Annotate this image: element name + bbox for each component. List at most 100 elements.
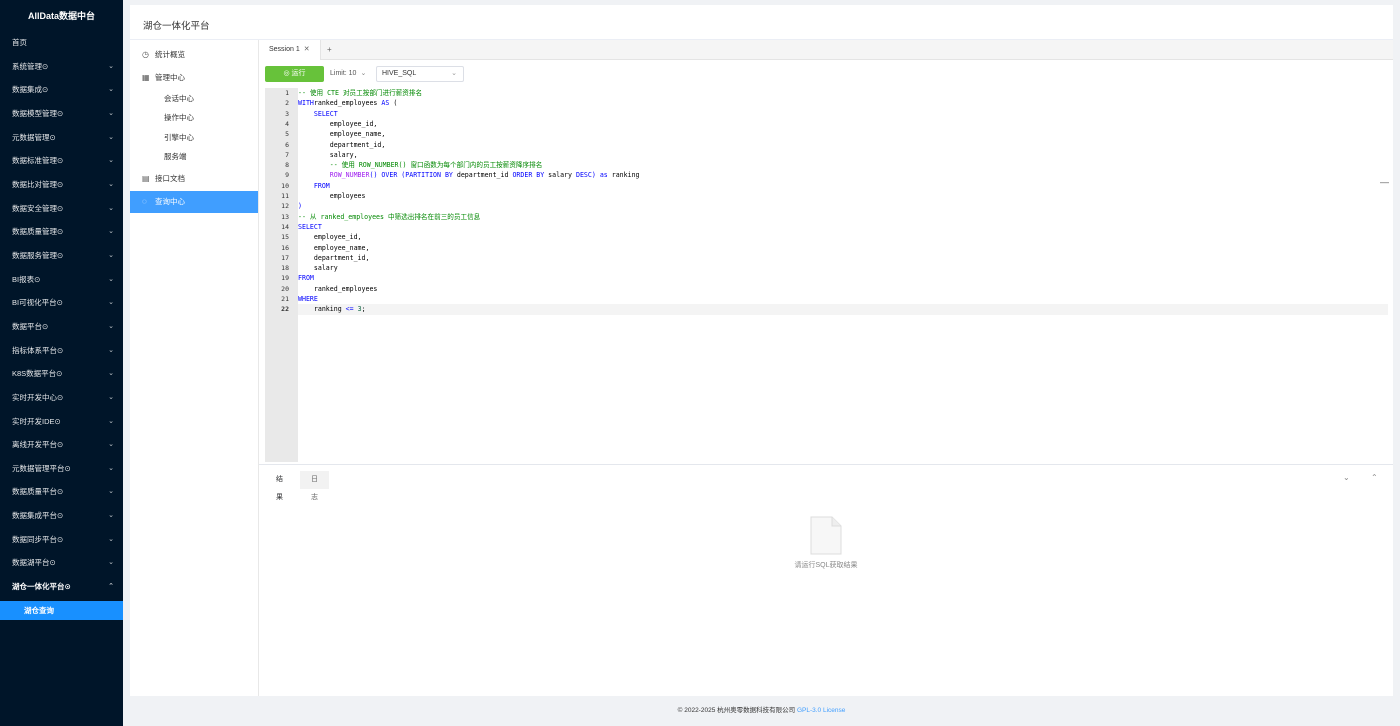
- sidebar-item-quality-platform[interactable]: 数据质量平台⊙ ⌄: [0, 482, 123, 502]
- sidebar-item-system[interactable]: 系统管理⊙ ⌄: [0, 57, 123, 77]
- run-button-label: 运行: [291, 70, 306, 77]
- code-line[interactable]: -- 使用 CTE 对员工按部门进行薪资排名: [298, 88, 1388, 98]
- sidebar-item-model[interactable]: 数据模型管理⊙ ⌄: [0, 104, 123, 124]
- sidebar-item-label: 元数据管理平台⊙: [12, 464, 71, 473]
- sidebar-item-label: 实时开发中心⊙: [12, 393, 64, 402]
- sidebar-item-metrics[interactable]: 指标体系平台⊙ ⌄: [0, 341, 123, 361]
- sidebar-item-lakehouse[interactable]: 湖仓一体化平台⊙ ⌃: [0, 577, 123, 597]
- sidebar-item-standard[interactable]: 数据标准管理⊙ ⌄: [0, 151, 123, 171]
- sidebar-item-quality[interactable]: 数据质量管理⊙ ⌄: [0, 222, 123, 242]
- add-tab-button[interactable]: +: [327, 40, 332, 60]
- code-line[interactable]: -- 使用 ROW_NUMBER() 窗口函数为每个部门内的员工按薪资降序排名: [298, 160, 1388, 170]
- code-line[interactable]: employees: [298, 191, 1388, 201]
- limit-value: Limit: 10: [330, 70, 357, 77]
- sidebar-item-integration-platform[interactable]: 数据集成平台⊙ ⌄: [0, 506, 123, 526]
- sidebar-item-sync-platform[interactable]: 数据同步平台⊙ ⌄: [0, 530, 123, 550]
- chevron-down-icon[interactable]: ⌄: [1343, 473, 1350, 482]
- code-line[interactable]: ): [298, 201, 1388, 211]
- chevron-down-icon: ⌄: [108, 347, 114, 354]
- menu-item-overview[interactable]: ◷ 统计概览: [130, 44, 258, 66]
- collapse-icon[interactable]: —: [1380, 177, 1389, 187]
- code-line[interactable]: ROW_NUMBER() OVER (PARTITION BY departme…: [298, 170, 1388, 180]
- menu-item-label: 接口文档: [155, 174, 185, 183]
- dialect-select[interactable]: HIVE_SQL ⌄: [376, 66, 464, 82]
- chevron-down-icon: ⌄: [108, 441, 114, 448]
- sidebar-item-label: BI报表⊙: [12, 275, 41, 284]
- sidebar-item-integration[interactable]: 数据集成⊙ ⌄: [0, 80, 123, 100]
- sidebar-item-bi-visual[interactable]: BI可视化平台⊙ ⌄: [0, 293, 123, 313]
- code-line[interactable]: SELECT: [298, 109, 1388, 119]
- sidebar-item-data-platform[interactable]: 数据平台⊙ ⌄: [0, 317, 123, 337]
- code-line[interactable]: employee_id,: [298, 232, 1388, 242]
- menu-item-label: 查询中心: [155, 197, 185, 206]
- tab-results[interactable]: 结果: [265, 471, 294, 501]
- menu-item-management[interactable]: ▦ 管理中心: [130, 67, 258, 89]
- sidebar-item-security[interactable]: 数据安全管理⊙ ⌄: [0, 199, 123, 219]
- sidebar-item-realtime-center[interactable]: 实时开发中心⊙ ⌄: [0, 388, 123, 408]
- code-keyword: SELECT: [298, 222, 322, 231]
- sidebar-item-metadata-platform[interactable]: 元数据管理平台⊙ ⌄: [0, 459, 123, 479]
- code-line[interactable]: WHERE: [298, 294, 1388, 304]
- code-text: salary: [544, 171, 576, 180]
- run-button[interactable]: ◎ 运行: [265, 66, 324, 82]
- sidebar-item-service[interactable]: 数据服务管理⊙ ⌄: [0, 246, 123, 266]
- tab-log[interactable]: 日志: [300, 471, 329, 501]
- sidebar-item-label: 数据湖平台⊙: [12, 558, 56, 567]
- chevron-up-icon[interactable]: ⌃: [1371, 473, 1378, 482]
- code-text: department_id,: [298, 140, 386, 149]
- sidebar-item-metadata[interactable]: 元数据管理⊙ ⌄: [0, 128, 123, 148]
- code-text: employee_name,: [298, 243, 370, 252]
- line-number: 8: [285, 161, 289, 170]
- limit-select[interactable]: Limit: 10 ⌄: [330, 66, 374, 82]
- code-line[interactable]: SELECT: [298, 222, 1388, 232]
- sidebar-subitem-lakehouse-query[interactable]: 湖仓查询: [0, 601, 123, 620]
- sidebar-item-k8s[interactable]: K8S数据平台⊙ ⌄: [0, 364, 123, 384]
- line-number: 19: [281, 274, 289, 283]
- code-line[interactable]: salary,: [298, 150, 1388, 160]
- menu-item-label: 统计概览: [155, 50, 185, 59]
- line-number: 22: [281, 305, 289, 314]
- sidebar-item-offline[interactable]: 离线开发平台⊙ ⌄: [0, 435, 123, 455]
- chevron-up-icon: ⌃: [108, 583, 114, 590]
- sidebar-item-lake-platform[interactable]: 数据湖平台⊙ ⌄: [0, 553, 123, 573]
- code-line[interactable]: salary: [298, 263, 1388, 273]
- code-line[interactable]: -- 从 ranked_employees 中筛选出排名在前三的员工信息: [298, 212, 1388, 222]
- code-area[interactable]: -- 使用 CTE 对员工按部门进行薪资排名 WITHranked_employe…: [298, 88, 1388, 462]
- sidebar-item-home[interactable]: 首页: [0, 33, 123, 53]
- chevron-down-icon: ⌄: [108, 536, 114, 543]
- menu-item-api-docs[interactable]: ▤ 接口文档: [130, 168, 258, 190]
- sidebar-item-compare[interactable]: 数据比对管理⊙ ⌄: [0, 175, 123, 195]
- code-line[interactable]: department_id,: [298, 140, 1388, 150]
- code-line[interactable]: employee_id,: [298, 119, 1388, 129]
- tab-session-1[interactable]: Session 1 ✕: [259, 40, 321, 60]
- sidebar-item-bi-report[interactable]: BI报表⊙ ⌄: [0, 270, 123, 290]
- close-icon[interactable]: ✕: [304, 46, 310, 53]
- menu-subitem-server[interactable]: 服务端: [130, 148, 258, 166]
- sidebar-item-label: 数据集成⊙: [12, 85, 49, 94]
- code-keyword: as: [599, 171, 608, 180]
- code-line[interactable]: WITHranked_employees AS (: [298, 98, 1388, 108]
- code-text: department_id,: [298, 253, 370, 262]
- code-line[interactable]: department_id,: [298, 253, 1388, 263]
- line-number: 9: [285, 171, 289, 180]
- menu-subitem-operation[interactable]: 操作中心: [130, 109, 258, 127]
- menu-subitem-engine[interactable]: 引擎中心: [130, 129, 258, 147]
- code-line[interactable]: employee_name,: [298, 129, 1388, 139]
- code-line[interactable]: ranked_employees: [298, 284, 1388, 294]
- menu-subitem-session[interactable]: 会话中心: [130, 90, 258, 108]
- chevron-down-icon: ⌄: [108, 418, 114, 425]
- line-number: 17: [281, 253, 289, 262]
- sidebar-item-realtime-ide[interactable]: 实时开发IDE⊙ ⌄: [0, 412, 123, 432]
- code-line[interactable]: employee_name,: [298, 243, 1388, 253]
- session-tabbar: Session 1 ✕ +: [259, 40, 1393, 60]
- code-keyword: WITH: [298, 99, 314, 108]
- sql-editor[interactable]: 1 2 3 4 5 6 7 8 9 10 11 12 13 14 15 16 1: [265, 88, 1388, 462]
- license-link[interactable]: GPL-3.0 License: [797, 707, 845, 714]
- code-line[interactable]: FROM: [298, 181, 1388, 191]
- menu-item-query-center[interactable]: ◌ 查询中心: [130, 191, 258, 213]
- code-line[interactable]: FROM: [298, 273, 1388, 283]
- line-number: 7: [285, 150, 289, 159]
- chevron-down-icon: ⌄: [108, 394, 114, 401]
- code-line[interactable]: ranking <= 3;: [298, 304, 1388, 315]
